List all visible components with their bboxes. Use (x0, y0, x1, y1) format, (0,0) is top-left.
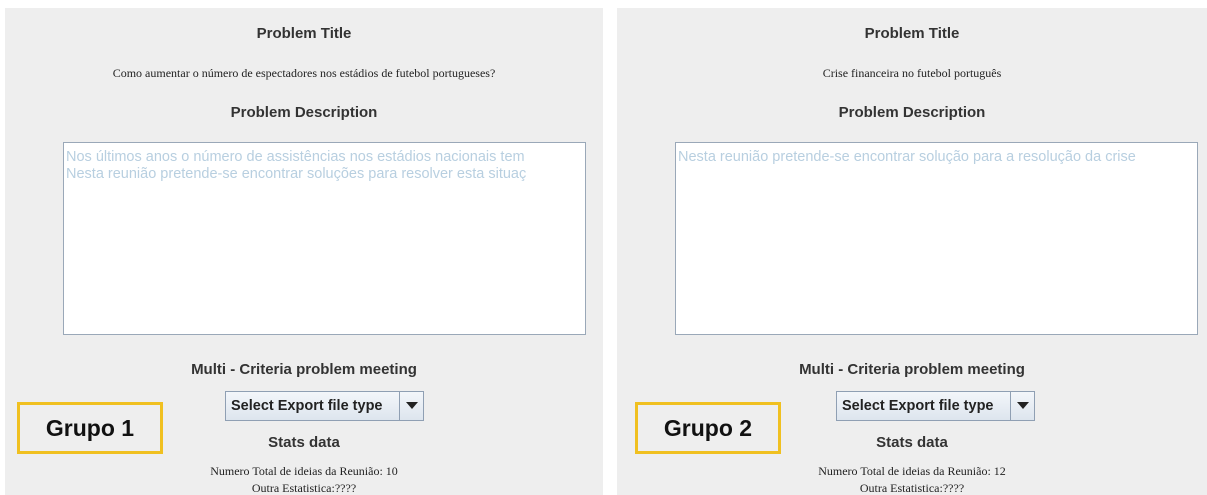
export-select-label: Select Export file type (842, 398, 994, 414)
export-select-label: Select Export file type (231, 398, 383, 414)
problem-title-value: Crise financeira no futebol português (822, 66, 1002, 80)
meeting-panel-1: Problem Title Como aumentar o número de … (5, 8, 603, 495)
stats-total-ideas: Numero Total de ideias da Reunião: 10 (210, 464, 398, 478)
stats-other: Outra Estatistica:???? (251, 481, 357, 495)
description-line: Nesta reunião pretende-se encontrar solu… (678, 149, 1136, 165)
stats-other: Outra Estatistica:???? (859, 481, 965, 495)
export-file-type-select[interactable]: Select Export file type (225, 391, 424, 421)
problem-description-textarea[interactable]: Nos últimos anos o número de assistência… (63, 142, 586, 335)
meeting-type-label: Multi - Criteria problem meeting (799, 361, 1025, 378)
problem-description-label: Problem Description (838, 104, 986, 121)
problem-description-label: Problem Description (230, 104, 378, 121)
meeting-panel-2: Problem Title Crise financeira no futebo… (617, 8, 1207, 495)
chevron-down-icon[interactable] (399, 392, 423, 420)
problem-title-value: Como aumentar o número de espectadores n… (112, 66, 496, 80)
stats-total-ideas: Numero Total de ideias da Reunião: 12 (818, 464, 1006, 478)
description-line: Nos últimos anos o número de assistência… (66, 149, 525, 165)
group-label: Grupo 2 (635, 402, 781, 454)
problem-title-label: Problem Title (256, 25, 352, 42)
problem-description-textarea[interactable]: Nesta reunião pretende-se encontrar solu… (675, 142, 1198, 335)
description-line: Nesta reunião pretende-se encontrar solu… (66, 166, 527, 182)
chevron-down-icon[interactable] (1010, 392, 1034, 420)
meeting-type-label: Multi - Criteria problem meeting (191, 361, 417, 378)
group-label: Grupo 1 (17, 402, 163, 454)
problem-title-label: Problem Title (864, 25, 960, 42)
export-file-type-select[interactable]: Select Export file type (836, 391, 1035, 421)
